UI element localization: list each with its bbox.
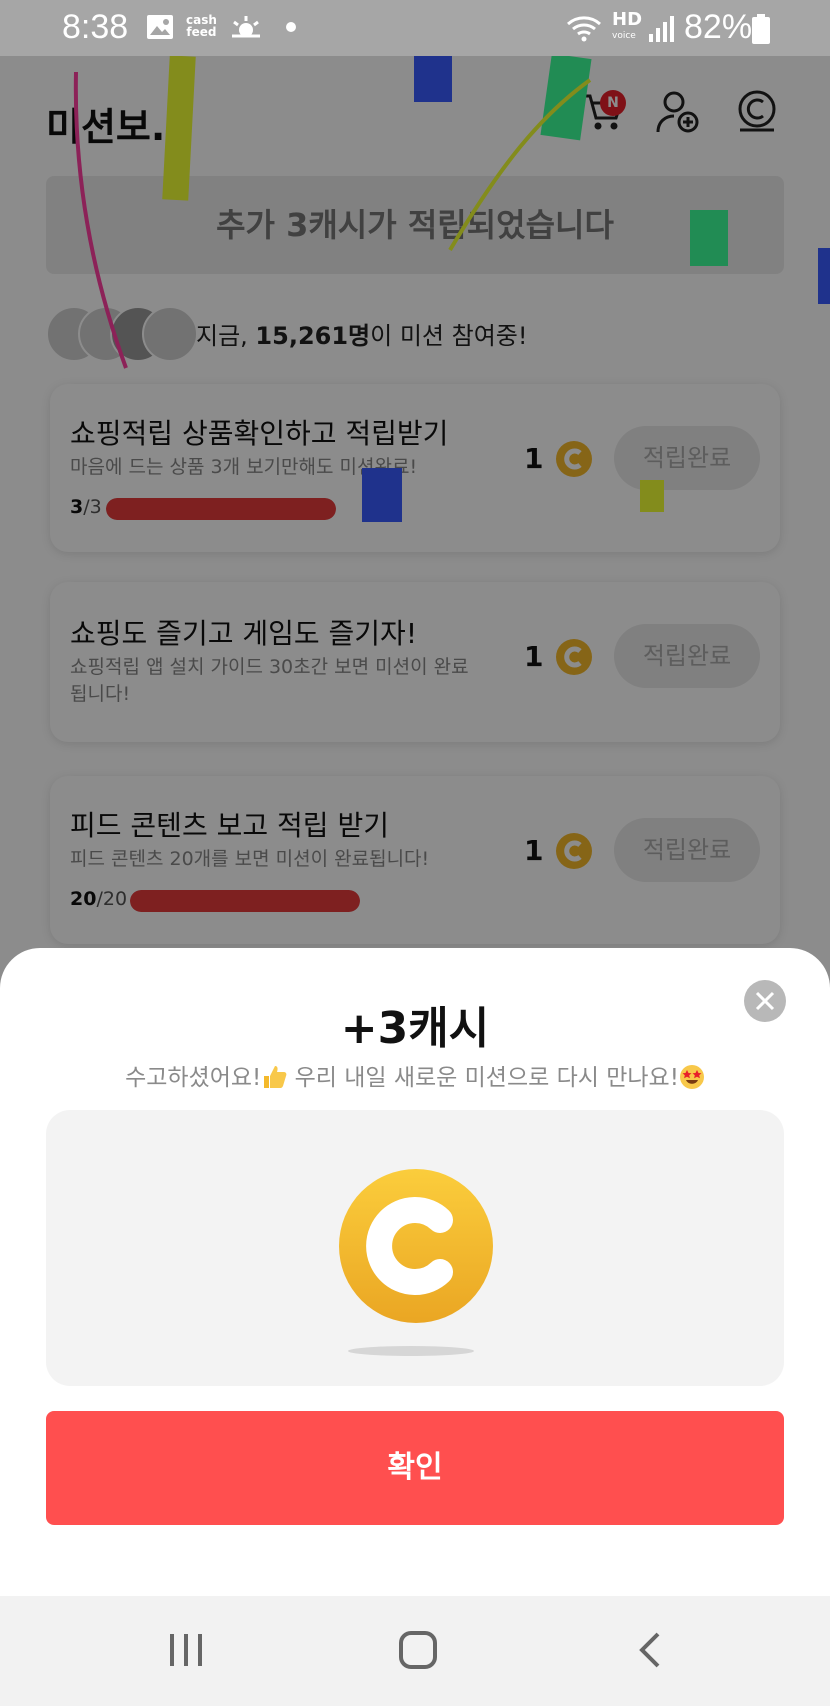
coin-icon <box>339 1169 493 1323</box>
confirm-button[interactable]: 확인 <box>46 1411 784 1525</box>
star-eyes-emoji-icon <box>679 1065 704 1089</box>
status-bar: 8:38 cash feed HD voice 82% <box>0 0 830 56</box>
system-nav-bar <box>0 1596 830 1706</box>
notification-dot <box>286 22 296 32</box>
modal-subtitle: 수고하셨어요! 우리 내일 새로운 미션으로 다시 만나요! <box>0 1058 830 1092</box>
reward-modal: +3캐시 수고하셨어요! 우리 내일 새로운 미션으로 다시 만나요! 확인 <box>0 948 830 1596</box>
cashfeed-icon: cash feed <box>186 13 217 39</box>
signal-icon <box>649 16 674 42</box>
wifi-icon <box>567 16 601 42</box>
back-icon[interactable] <box>636 1630 664 1670</box>
recent-apps-icon[interactable] <box>168 1630 204 1670</box>
gallery-icon <box>147 15 173 39</box>
battery-percent: 82% <box>684 8 753 46</box>
battery-icon <box>752 14 770 44</box>
coin-shadow <box>348 1346 474 1356</box>
weather-icon <box>232 16 260 38</box>
home-icon[interactable] <box>398 1630 438 1670</box>
modal-title: +3캐시 <box>340 1003 490 1054</box>
reward-coin-panel <box>46 1110 784 1386</box>
thumbs-up-icon <box>264 1066 287 1088</box>
hd-voice-indicator: HD voice <box>612 9 643 42</box>
status-time: 8:38 <box>62 8 129 46</box>
